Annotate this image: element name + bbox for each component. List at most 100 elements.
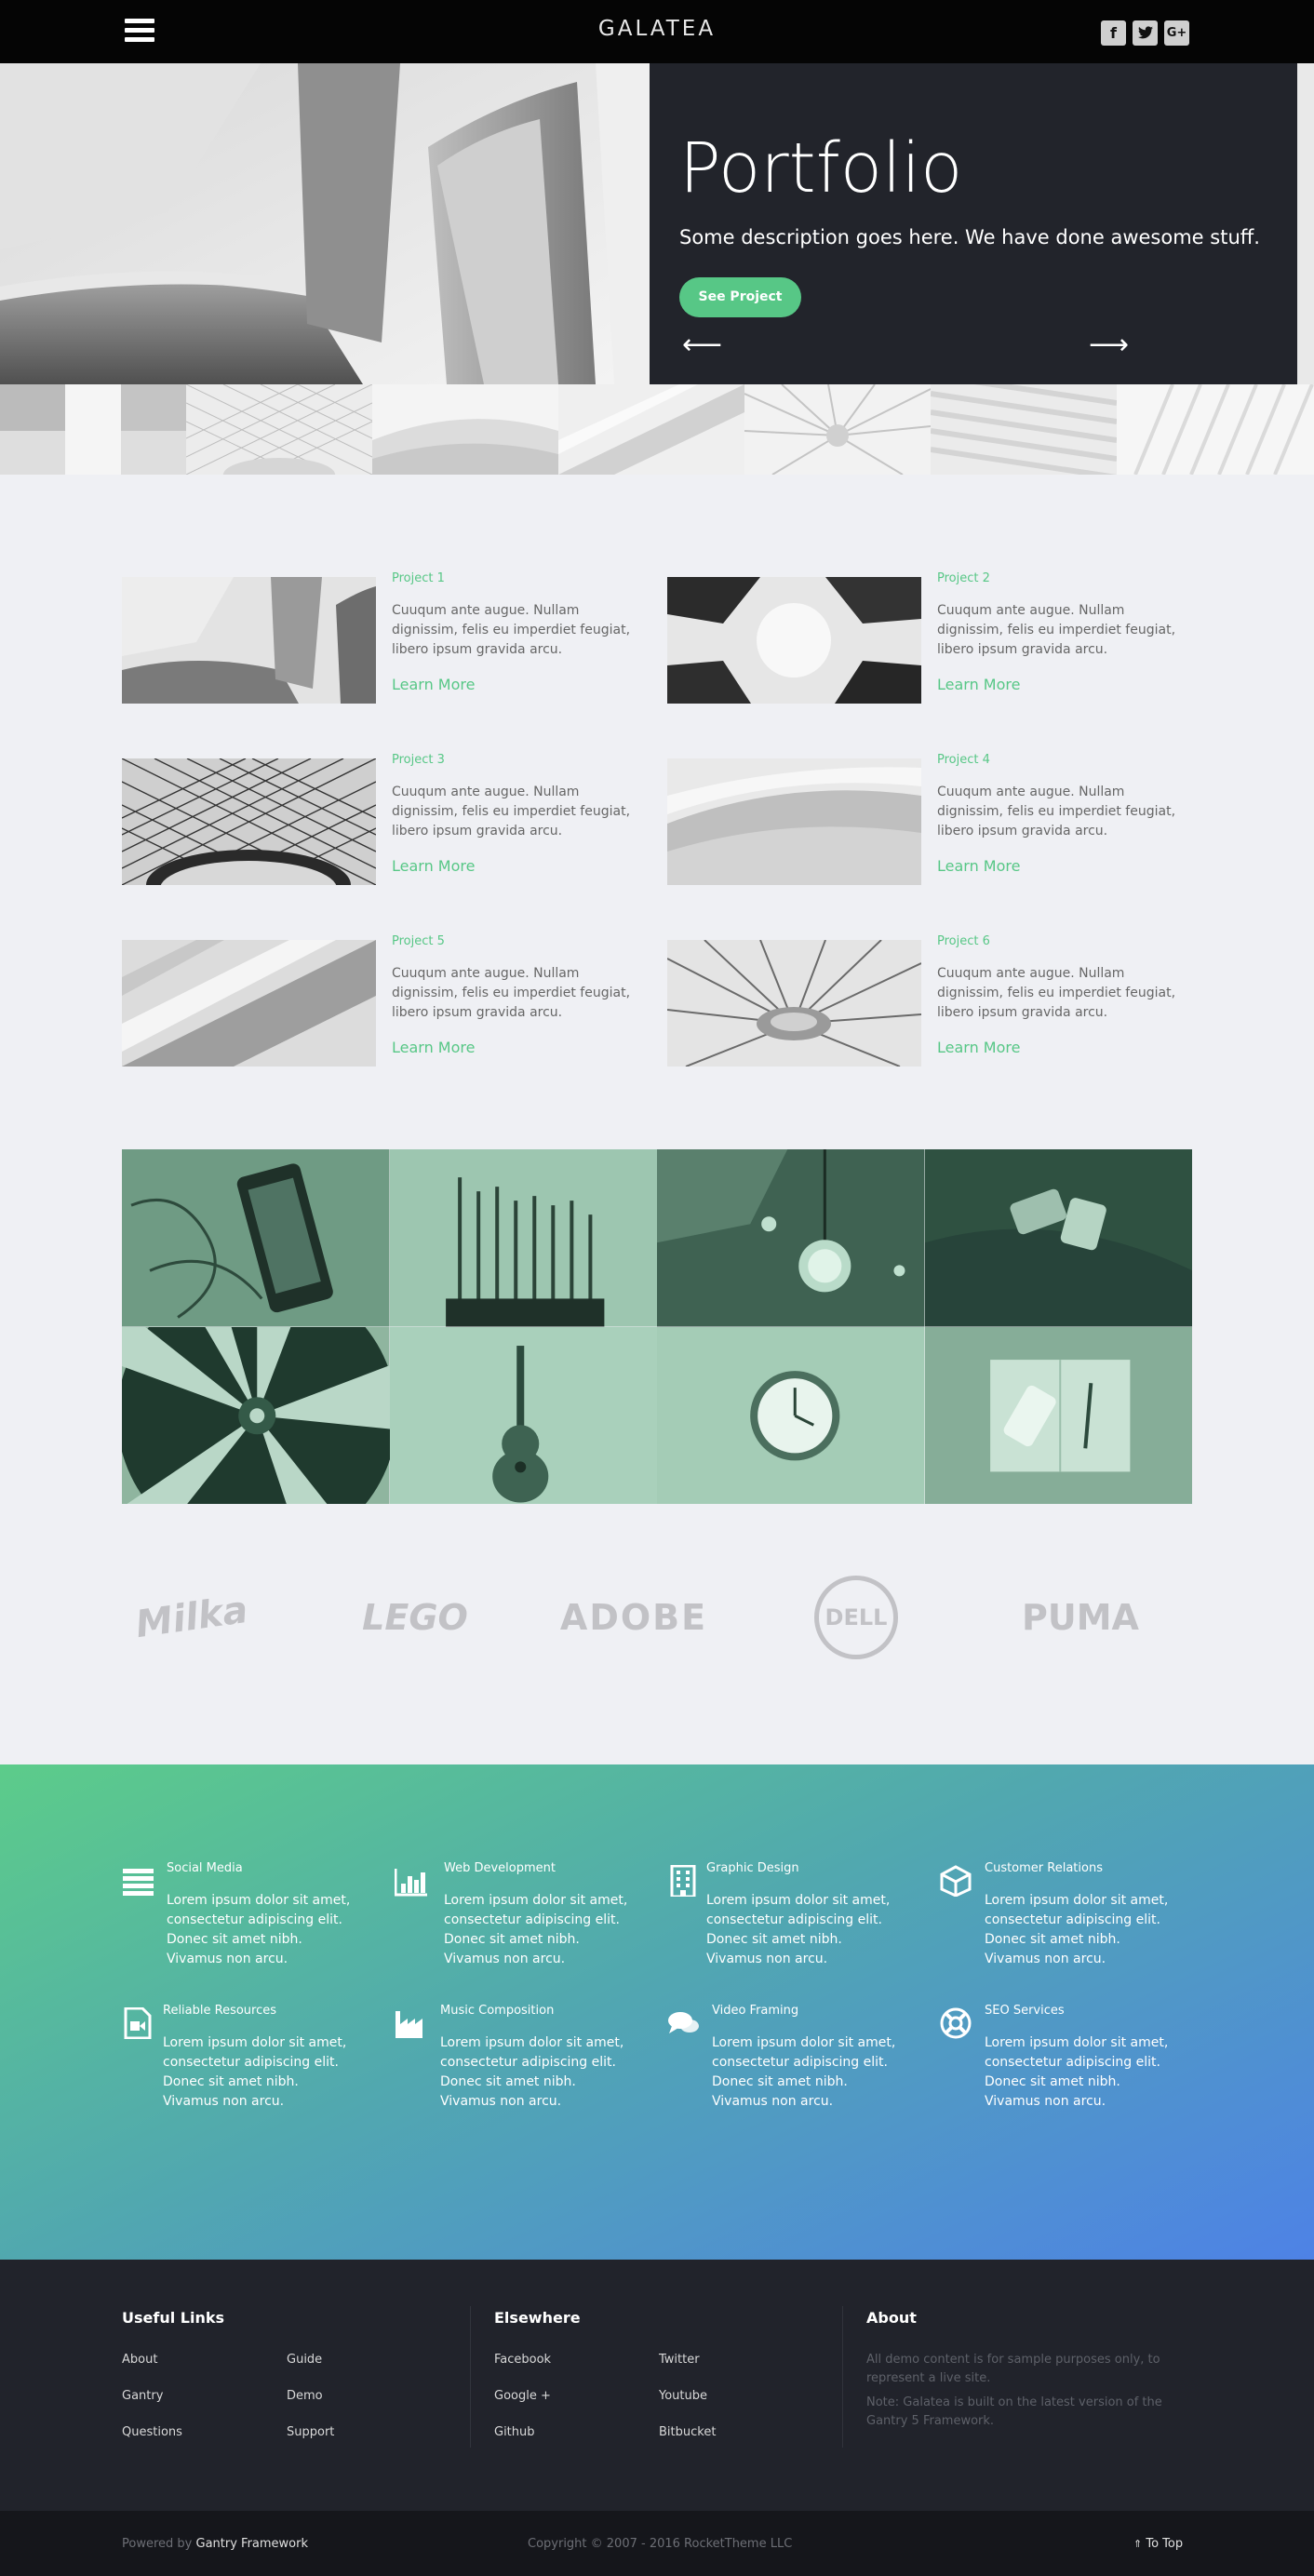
gallery-item[interactable] bbox=[389, 1326, 657, 1504]
project-title[interactable]: Project 5 bbox=[392, 934, 445, 948]
service-text: Lorem ipsum dolor sit amet, consectetur … bbox=[985, 2035, 1169, 2109]
gallery-item[interactable] bbox=[657, 1326, 925, 1504]
footer-link-facebook[interactable]: Facebook bbox=[494, 2353, 551, 2367]
learn-more-link[interactable]: Learn More bbox=[937, 857, 1020, 875]
comments-icon bbox=[668, 2012, 699, 2033]
to-top-button[interactable]: ⇑ To Top bbox=[1133, 2537, 1183, 2551]
cube-icon bbox=[940, 1865, 972, 1897]
footer-link-twitter[interactable]: Twitter bbox=[659, 2353, 700, 2367]
gallery-item[interactable] bbox=[924, 1326, 1192, 1504]
service-text: Lorem ipsum dolor sit amet, consectetur … bbox=[440, 2035, 624, 2109]
project-title[interactable]: Project 6 bbox=[937, 934, 990, 948]
thumbnail-strip bbox=[0, 384, 1314, 475]
project-title[interactable]: Project 3 bbox=[392, 753, 445, 767]
service-title: Reliable Resources bbox=[163, 2004, 277, 2018]
project-image[interactable] bbox=[667, 940, 921, 1067]
footer-link-gantry[interactable]: Gantry bbox=[122, 2389, 163, 2403]
bar-chart-icon bbox=[395, 1869, 427, 1897]
learn-more-link[interactable]: Learn More bbox=[392, 676, 475, 693]
to-top-label: To Top bbox=[1146, 2537, 1184, 2551]
project-card: Project 2 Cuuqum ante augue. Nullam dign… bbox=[667, 571, 1194, 704]
dell-logo-text: DELL bbox=[814, 1575, 898, 1659]
service-text: Lorem ipsum dolor sit amet, consectetur … bbox=[712, 2035, 896, 2109]
google-plus-icon[interactable]: G+ bbox=[1164, 20, 1189, 46]
about-note: Note: Galatea is built on the latest ver… bbox=[866, 2395, 1162, 2428]
about-text: All demo content is for sample purposes … bbox=[866, 2353, 1160, 2385]
service-text: Lorem ipsum dolor sit amet, consectetur … bbox=[985, 1893, 1169, 1966]
gallery-item[interactable] bbox=[389, 1149, 657, 1327]
building-icon bbox=[670, 1865, 696, 1897]
footer-link-github[interactable]: Github bbox=[494, 2425, 535, 2439]
puma-logo: PUMA bbox=[1022, 1596, 1139, 1638]
service-text: Lorem ipsum dolor sit amet, consectetur … bbox=[706, 1893, 891, 1966]
service-title: Video Framing bbox=[712, 2004, 799, 2018]
learn-more-link[interactable]: Learn More bbox=[937, 1039, 1020, 1056]
gallery-item[interactable] bbox=[657, 1149, 925, 1327]
learn-more-link[interactable]: Learn More bbox=[392, 1039, 475, 1056]
prev-arrow-icon[interactable]: ⟵ bbox=[682, 331, 722, 359]
thumbnail[interactable] bbox=[1117, 384, 1314, 475]
hero-title: Portfolio bbox=[679, 128, 963, 208]
project-card: Project 5 Cuuqum ante augue. Nullam dign… bbox=[122, 934, 649, 1067]
twitter-icon[interactable] bbox=[1133, 20, 1158, 46]
footer: Useful Links About Guide Gantry Demo Que… bbox=[0, 2260, 1314, 2511]
footer-link-youtube[interactable]: Youtube bbox=[659, 2389, 707, 2403]
thumbnail[interactable] bbox=[744, 384, 931, 475]
lego-logo: LEGO bbox=[362, 1596, 468, 1638]
dell-logo: DELL bbox=[811, 1573, 902, 1661]
thumbnail[interactable] bbox=[186, 384, 372, 475]
thumbnail[interactable] bbox=[558, 384, 744, 475]
footer-link-bitbucket[interactable]: Bitbucket bbox=[659, 2425, 716, 2439]
project-card: Project 4 Cuuqum ante augue. Nullam dign… bbox=[667, 753, 1194, 885]
thumbnail[interactable] bbox=[931, 384, 1117, 475]
project-title[interactable]: Project 4 bbox=[937, 753, 990, 767]
project-image[interactable] bbox=[122, 940, 376, 1067]
learn-more-link[interactable]: Learn More bbox=[392, 857, 475, 875]
footer-link-guide[interactable]: Guide bbox=[287, 2353, 322, 2367]
project-text: Cuuqum ante augue. Nullam dignissim, fel… bbox=[937, 603, 1176, 657]
footer-divider bbox=[842, 2306, 843, 2448]
project-image[interactable] bbox=[122, 758, 376, 885]
service-text: Lorem ipsum dolor sit amet, consectetur … bbox=[444, 1893, 628, 1966]
service-title: Graphic Design bbox=[706, 1861, 799, 1875]
footer-link-about[interactable]: About bbox=[122, 2353, 157, 2367]
project-card: Project 3 Cuuqum ante augue. Nullam dign… bbox=[122, 753, 649, 885]
gantry-framework-link[interactable]: Gantry Framework bbox=[196, 2537, 309, 2551]
next-arrow-icon[interactable]: ⟶ bbox=[1089, 331, 1129, 359]
footer-link-demo[interactable]: Demo bbox=[287, 2389, 323, 2403]
bottom-bar: Powered by Gantry Framework Copyright © … bbox=[0, 2511, 1314, 2576]
image-gallery bbox=[122, 1149, 1192, 1504]
life-ring-icon bbox=[940, 2007, 972, 2039]
see-project-button[interactable]: See Project bbox=[679, 277, 801, 317]
project-image[interactable] bbox=[122, 577, 376, 704]
elsewhere-title: Elsewhere bbox=[494, 2309, 581, 2327]
services-section: Social Media Lorem ipsum dolor sit amet,… bbox=[0, 1764, 1314, 2260]
copyright: Copyright © 2007 - 2016 RocketTheme LLC bbox=[528, 2537, 793, 2551]
about-title: About bbox=[866, 2309, 917, 2327]
project-image[interactable] bbox=[667, 577, 921, 704]
thumbnail[interactable] bbox=[372, 384, 558, 475]
project-image[interactable] bbox=[667, 758, 921, 885]
footer-link-google-plus[interactable]: Google + bbox=[494, 2389, 551, 2403]
project-text: Cuuqum ante augue. Nullam dignissim, fel… bbox=[392, 785, 631, 839]
file-video-icon bbox=[124, 2007, 152, 2039]
project-title[interactable]: Project 1 bbox=[392, 571, 445, 585]
facebook-icon[interactable]: f bbox=[1101, 20, 1126, 46]
footer-link-questions[interactable]: Questions bbox=[122, 2425, 182, 2439]
project-title[interactable]: Project 2 bbox=[937, 571, 990, 585]
hero-image bbox=[0, 63, 650, 384]
footer-divider bbox=[470, 2306, 471, 2448]
learn-more-link[interactable]: Learn More bbox=[937, 676, 1020, 693]
thumbnail[interactable] bbox=[0, 384, 186, 475]
gallery-item[interactable] bbox=[122, 1149, 390, 1327]
service-title: SEO Services bbox=[985, 2004, 1065, 2018]
next-slide-peek bbox=[1297, 63, 1314, 384]
social-links: f G+ bbox=[1101, 20, 1189, 46]
gallery-item[interactable] bbox=[122, 1326, 390, 1504]
footer-link-support[interactable]: Support bbox=[287, 2425, 334, 2439]
project-text: Cuuqum ante augue. Nullam dignissim, fel… bbox=[937, 785, 1176, 839]
gallery-item[interactable] bbox=[924, 1149, 1192, 1327]
list-icon bbox=[123, 1869, 154, 1896]
top-bar: GALATEA f G+ bbox=[0, 0, 1314, 63]
project-text: Cuuqum ante augue. Nullam dignissim, fel… bbox=[392, 603, 631, 657]
